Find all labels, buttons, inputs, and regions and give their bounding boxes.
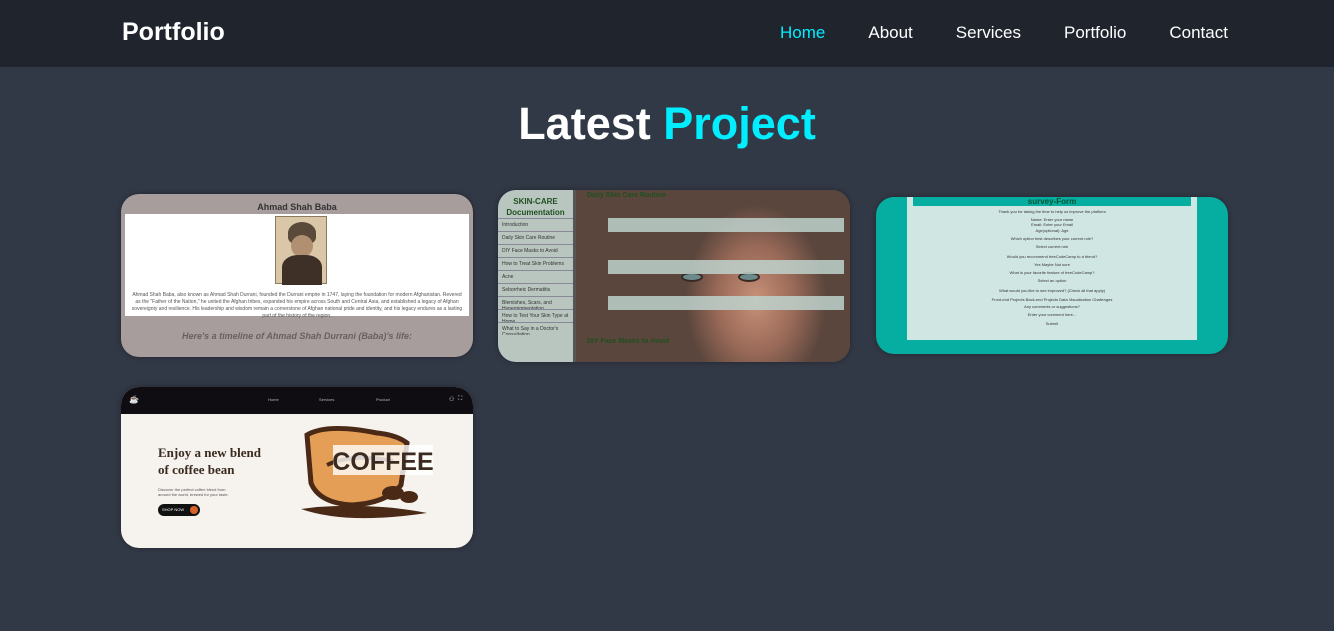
nav-link-contact[interactable]: Contact xyxy=(1169,23,1228,43)
doc-list-band xyxy=(608,218,844,232)
doc-sidebar-item: DIY Face Masks to Avoid xyxy=(498,244,573,257)
coffee-subtext: Discover the perfect coffee blend from a… xyxy=(158,487,229,497)
coffee-nav-product: Product xyxy=(376,397,390,402)
coffee-cup-logo: COFFEE xyxy=(301,425,434,519)
survey-line: Which option best describes your current… xyxy=(1010,236,1094,241)
doc-sidebar-item: Blemishes, Scars, and Hyperpigmentation xyxy=(498,296,573,309)
shop-now-button: SHOP NOW xyxy=(158,504,200,516)
survey-line: Submit xyxy=(1045,321,1059,326)
doc-sidebar-item: Daily Skin Care Routine xyxy=(498,231,573,244)
svg-text:COFFEE: COFFEE xyxy=(332,448,433,476)
doc-sidebar: SKIN-CARE Documentation Introduction Dail… xyxy=(498,190,576,362)
survey-paper: survey-Form Thank you for taking the tim… xyxy=(907,197,1197,340)
survey-line: Select current role xyxy=(1035,244,1069,249)
portrait-image xyxy=(275,216,327,285)
project-card-coffee[interactable]: ☕ Home Services Product ⚇ ⛶ Enjoy a new … xyxy=(121,387,473,548)
doc-sidebar-item: What to Say in a Doctor's Consultation xyxy=(498,322,573,335)
project-paragraph: Ahmad Shah Baba, also known as Ahmad Sha… xyxy=(131,292,463,319)
coffee-logo-icon: ☕ xyxy=(129,395,139,404)
doc-sidebar-item: How to Test Your Skin Type at Home xyxy=(498,309,573,322)
doc-sidebar-item: How to Treat Skin Problems xyxy=(498,257,573,270)
survey-line: Front-end Projects Back-end Projects Dat… xyxy=(991,297,1113,302)
coffee-nav-home: Home xyxy=(268,397,279,402)
doc-list-band xyxy=(608,260,844,274)
user-icon: ⚇ xyxy=(449,397,455,403)
nav-link-home[interactable]: Home xyxy=(780,23,825,43)
logo-link[interactable]: Portfolio xyxy=(122,18,225,47)
coffee-nav-services: Services xyxy=(319,397,335,402)
nav-link-services[interactable]: Services xyxy=(956,23,1021,43)
survey-line: Yes Maybe Not sure xyxy=(1034,262,1070,267)
survey-line: Any comments or suggestions? xyxy=(1024,304,1080,309)
doc-list-band xyxy=(608,296,844,310)
project-content-panel: Ahmad Shah Baba, also known as Ahmad Sha… xyxy=(125,214,469,319)
survey-line: Enter your comment here... xyxy=(1027,312,1077,317)
nav-link-portfolio[interactable]: Portfolio xyxy=(1064,23,1126,43)
cart-icon: ⛶ xyxy=(458,396,463,402)
face-photo xyxy=(576,190,850,362)
project-card-ahmad-shah-baba[interactable]: Ahmad Shah Baba Ahmad Shah Baba, also kn… xyxy=(121,194,473,357)
nav-links: Home About Services Portfolio Contact xyxy=(780,23,1271,43)
survey-line: What is your favorite feature of freeCod… xyxy=(1009,270,1095,275)
doc-sidebar-item: Seborrheic Dermatitis xyxy=(498,283,573,296)
survey-line: Email: Enter your Email xyxy=(1031,222,1073,227)
doc-sidebar-item: Introduction xyxy=(498,218,573,231)
section-title: Latest Project xyxy=(0,98,1334,150)
project-card-survey-form[interactable]: survey-Form Thank you for taking the tim… xyxy=(876,197,1228,354)
coffee-headline: Enjoy a new blend of coffee bean xyxy=(158,445,261,477)
nav-link-about[interactable]: About xyxy=(868,23,912,43)
survey-line: Would you recommend freeCodeCamp to a fr… xyxy=(1006,254,1098,259)
doc-heading: Daily Skin Care Routine xyxy=(587,192,666,199)
project-timeline-heading: Here's a timeline of Ahmad Shah Durrani … xyxy=(182,331,412,341)
section-title-main: Latest xyxy=(518,98,651,149)
doc-subheading: DIY Face Masks to Avoid xyxy=(587,338,670,345)
doc-sidebar-item: Acne xyxy=(498,270,573,283)
survey-line: Age(optional): Age xyxy=(1035,228,1069,233)
survey-line: Thank you for taking the time to help us… xyxy=(998,209,1106,214)
survey-title: survey-Form xyxy=(913,197,1191,206)
coffee-navbar: ☕ Home Services Product ⚇ ⛶ xyxy=(121,387,473,414)
navbar: Portfolio Home About Services Portfolio … xyxy=(0,0,1334,67)
survey-line: Select an option xyxy=(1037,278,1067,283)
survey-line: What would you like to see improved? (Ch… xyxy=(998,288,1106,293)
project-card-skin-care[interactable]: SKIN-CARE Documentation Introduction Dail… xyxy=(498,190,850,362)
section-title-accent: Project xyxy=(663,98,816,149)
doc-sidebar-title: SKIN-CARE Documentation xyxy=(506,197,565,217)
project-heading: Ahmad Shah Baba xyxy=(257,202,337,212)
